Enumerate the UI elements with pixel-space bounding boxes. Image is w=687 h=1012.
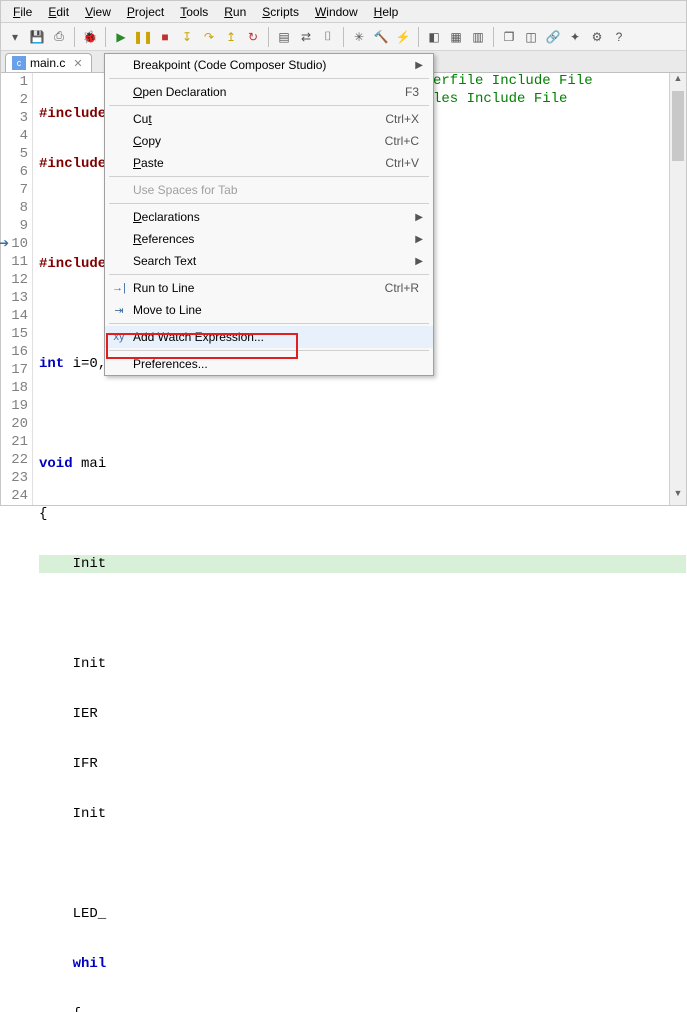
code-text <box>39 855 686 873</box>
flash-icon[interactable]: ⚡ <box>393 27 413 47</box>
menubar: File Edit View Project Tools Run Scripts… <box>1 1 686 23</box>
window-new-icon[interactable]: ❐ <box>499 27 519 47</box>
c-file-icon: c <box>12 56 26 70</box>
new-icon[interactable]: ▾ <box>5 27 25 47</box>
ctx-declarations[interactable]: Declarations▶ <box>105 206 433 228</box>
scroll-down-icon[interactable]: ▼ <box>670 488 686 505</box>
close-icon[interactable]: ✕ <box>73 57 82 70</box>
code-text: Init <box>39 655 686 673</box>
window-reset-icon[interactable]: ◫ <box>521 27 541 47</box>
menu-help[interactable]: Help <box>366 3 407 20</box>
menu-scripts[interactable]: Scripts <box>254 3 307 20</box>
save-icon[interactable]: 💾 <box>27 27 47 47</box>
code-text <box>39 405 686 423</box>
tool-a-icon[interactable]: ✦ <box>565 27 585 47</box>
comment-text: erfile Include File <box>433 73 593 89</box>
ctx-add-watch-expression[interactable]: xyAdd Watch Expression... <box>105 326 433 348</box>
ctx-open-declaration[interactable]: Open DeclarationF3 <box>105 81 433 103</box>
ctx-paste[interactable]: PasteCtrl+V <box>105 152 433 174</box>
ctx-use-spaces: Use Spaces for Tab <box>105 179 433 201</box>
code-text: #include <box>39 256 106 272</box>
code-text: { <box>39 505 686 523</box>
tab-label: main.c <box>30 56 65 70</box>
move-to-line-icon: ⇥ <box>111 302 127 318</box>
submenu-arrow-icon: ▶ <box>415 256 423 267</box>
saveall-icon[interactable]: ⎙ <box>49 27 69 47</box>
ctx-copy[interactable]: CopyCtrl+C <box>105 130 433 152</box>
register-icon[interactable]: ▥ <box>468 27 488 47</box>
code-text: Init <box>39 555 686 573</box>
toolbar: ▾ 💾 ⎙ 🐞 ▶ ❚❚ ■ ↧ ↷ ↥ ↻ ▤ ⇄ ⌷ ✳ 🔨 ⚡ ◧ ▦ ▥… <box>1 23 686 51</box>
breakpoint-arrow-icon: ➔ <box>0 235 9 253</box>
code-text: IFR <box>39 755 686 773</box>
stop-icon[interactable]: ■ <box>155 27 175 47</box>
code-text: IER <box>39 705 686 723</box>
submenu-arrow-icon: ▶ <box>415 60 423 71</box>
line-gutter: 12345 6789 ➔10 1112131415 16171819 20 21… <box>1 73 33 505</box>
ctx-move-to-line[interactable]: ⇥Move to Line <box>105 299 433 321</box>
ctx-run-to-line[interactable]: →|Run to LineCtrl+R <box>105 277 433 299</box>
watch-icon: xy <box>111 329 127 345</box>
memory-icon[interactable]: ▦ <box>446 27 466 47</box>
pause-icon[interactable]: ❚❚ <box>133 27 153 47</box>
ctx-cut[interactable]: CutCtrl+X <box>105 108 433 130</box>
stepinto-icon[interactable]: ↧ <box>177 27 197 47</box>
link-icon[interactable]: 🔗 <box>543 27 563 47</box>
code-text: #include <box>39 156 106 172</box>
resume-icon[interactable]: ▶ <box>111 27 131 47</box>
graph-icon[interactable]: ◧ <box>424 27 444 47</box>
restart-icon[interactable]: ↻ <box>243 27 263 47</box>
code-text <box>39 605 686 623</box>
code-text: Init <box>39 805 686 823</box>
code-text: #include <box>39 106 106 122</box>
asm-icon[interactable]: ⌷ <box>318 27 338 47</box>
menu-edit[interactable]: Edit <box>40 3 77 20</box>
debug-icon[interactable]: 🐞 <box>80 27 100 47</box>
chip-icon[interactable]: ▤ <box>274 27 294 47</box>
stepover-icon[interactable]: ↷ <box>199 27 219 47</box>
stepout-icon[interactable]: ↥ <box>221 27 241 47</box>
build-icon[interactable]: 🔨 <box>371 27 391 47</box>
menu-window[interactable]: Window <box>307 3 366 20</box>
submenu-arrow-icon: ▶ <box>415 212 423 223</box>
ctx-preferences[interactable]: Preferences... <box>105 353 433 375</box>
scroll-thumb[interactable] <box>672 91 684 161</box>
scroll-up-icon[interactable]: ▲ <box>670 73 686 90</box>
scrollbar-vertical[interactable]: ▲ ▼ <box>669 73 686 505</box>
run-to-line-icon: →| <box>111 280 127 296</box>
menu-project[interactable]: Project <box>119 3 172 20</box>
comment-text: les Include File <box>433 91 567 107</box>
code-text: { <box>39 1005 686 1012</box>
menu-tools[interactable]: Tools <box>172 3 216 20</box>
submenu-arrow-icon: ▶ <box>415 234 423 245</box>
tab-main-c[interactable]: c main.c ✕ <box>5 53 92 72</box>
ctx-breakpoint[interactable]: Breakpoint (Code Composer Studio)▶ <box>105 54 433 76</box>
menu-view[interactable]: View <box>77 3 119 20</box>
code-text: LED_ <box>39 905 686 923</box>
context-menu: Breakpoint (Code Composer Studio)▶ Open … <box>104 53 434 376</box>
help-icon[interactable]: ? <box>609 27 629 47</box>
menu-file[interactable]: File <box>5 3 40 20</box>
newtarget-icon[interactable]: ✳ <box>349 27 369 47</box>
ctx-search-text[interactable]: Search Text▶ <box>105 250 433 272</box>
menu-run[interactable]: Run <box>216 3 254 20</box>
tool-b-icon[interactable]: ⚙ <box>587 27 607 47</box>
connect-icon[interactable]: ⇄ <box>296 27 316 47</box>
ctx-references[interactable]: References▶ <box>105 228 433 250</box>
